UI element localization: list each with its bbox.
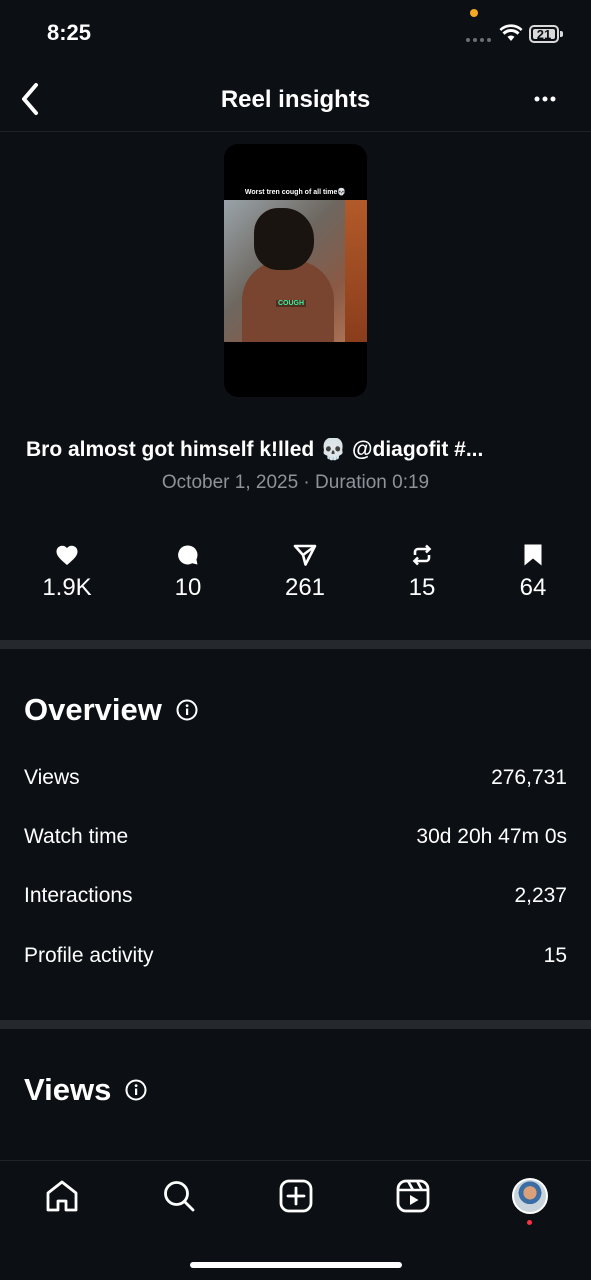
row-label: Interactions [24, 884, 133, 907]
views-header: Views [24, 1072, 147, 1108]
thumbnail-caption: Worst tren cough of all time💀 [244, 189, 347, 196]
nav-home-button[interactable] [42, 1176, 82, 1216]
reel-caption: Bro almost got himself k!lled 💀 @diagofi… [26, 438, 484, 461]
notification-dot [527, 1220, 532, 1225]
row-label: Watch time [24, 825, 129, 848]
row-label: Profile activity [24, 944, 154, 967]
stat-value: 1.9K [42, 574, 92, 601]
views-title: Views [24, 1072, 112, 1107]
profile-avatar [512, 1178, 548, 1214]
cellular-signal-icon [466, 38, 491, 42]
create-icon [279, 1179, 313, 1213]
heart-icon [22, 540, 112, 570]
send-icon [260, 540, 350, 570]
bookmark-icon [488, 540, 578, 570]
overview-title: Overview [24, 692, 162, 727]
row-value: 30d 20h 47m 0s [416, 825, 567, 848]
search-icon [164, 1181, 195, 1212]
overview-row-interactions: Interactions 2,237 [24, 884, 567, 908]
reel-thumbnail[interactable]: Worst tren cough of all time💀 COUGH [224, 144, 367, 397]
home-icon [46, 1180, 78, 1212]
stat-likes: 1.9K [22, 540, 112, 602]
privacy-indicator-dot [470, 9, 478, 17]
row-value: 276,731 [491, 766, 567, 789]
section-divider [0, 640, 591, 649]
info-icon[interactable] [125, 1079, 147, 1101]
stat-value: 10 [174, 574, 202, 601]
thumbnail-subtitle: COUGH [276, 300, 307, 307]
stat-value: 261 [284, 574, 326, 601]
row-label: Views [24, 766, 80, 789]
nav-divider [0, 1160, 591, 1161]
overview-row-watch-time: Watch time 30d 20h 47m 0s [24, 825, 567, 849]
overview-row-views: Views 276,731 [24, 766, 567, 790]
reel-date-duration: October 1, 2025 · Duration 0:19 [161, 472, 430, 493]
overview-header: Overview [24, 692, 198, 728]
home-indicator [190, 1262, 402, 1268]
row-value: 2,237 [514, 884, 567, 907]
more-horizontal-icon [534, 96, 556, 102]
more-options-button[interactable] [528, 88, 562, 110]
comment-icon [143, 540, 233, 570]
wifi-icon [499, 24, 523, 47]
stat-value: 64 [519, 574, 547, 601]
thumbnail-image: COUGH [224, 200, 367, 342]
stat-shares: 261 [260, 540, 350, 602]
repost-icon [377, 540, 467, 570]
battery-level: 21 [533, 27, 555, 42]
nav-profile-button[interactable] [510, 1176, 550, 1216]
page-title: Reel insights [220, 86, 371, 113]
stat-value: 15 [408, 574, 436, 601]
reels-icon [396, 1179, 430, 1213]
status-time: 8:25 [47, 20, 92, 45]
stat-saves: 64 [488, 540, 578, 602]
nav-search-button[interactable] [159, 1176, 199, 1216]
stat-reposts: 15 [377, 540, 467, 602]
nav-reels-button[interactable] [393, 1176, 433, 1216]
battery-nub [560, 31, 563, 37]
header-divider [0, 131, 591, 132]
info-icon[interactable] [176, 699, 198, 721]
stat-comments: 10 [143, 540, 233, 602]
overview-row-profile-activity: Profile activity 15 [24, 944, 567, 968]
section-divider [0, 1020, 591, 1029]
row-value: 15 [543, 944, 567, 967]
nav-create-button[interactable] [276, 1176, 316, 1216]
battery-icon: 21 [529, 25, 559, 43]
